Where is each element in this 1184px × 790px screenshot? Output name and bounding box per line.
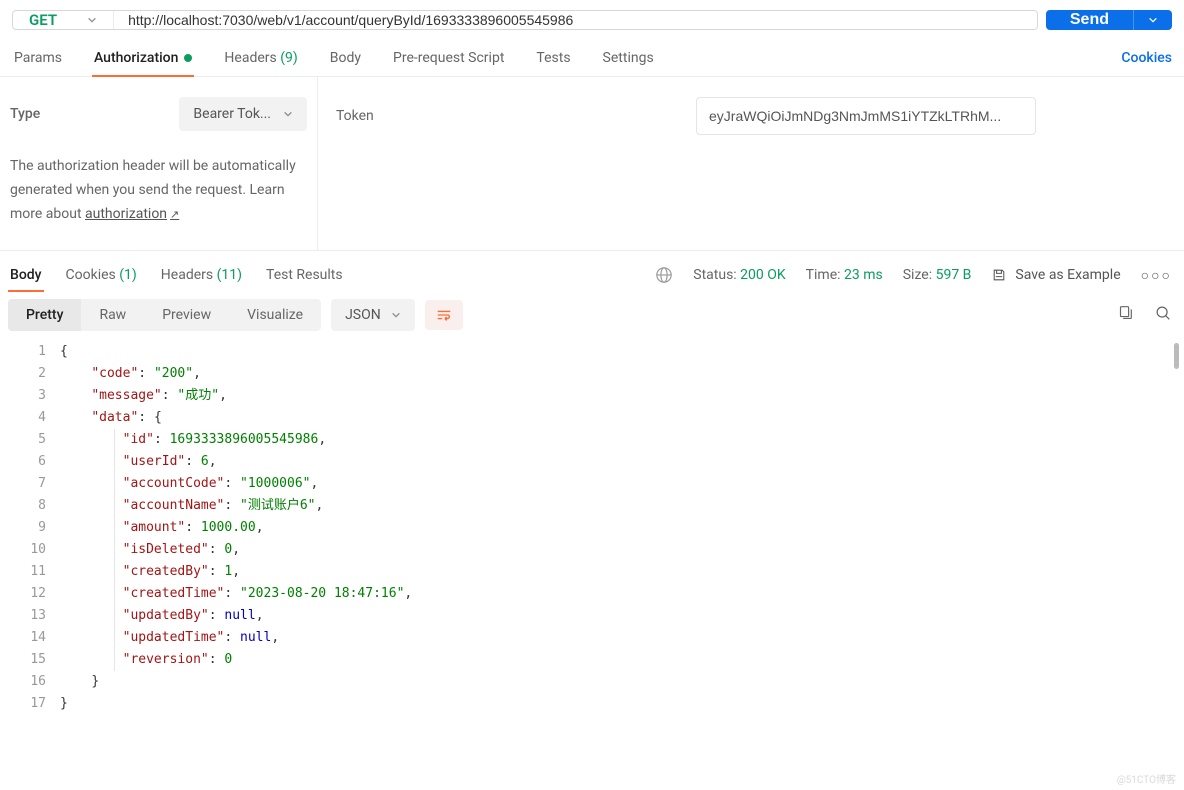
view-pretty[interactable]: Pretty — [8, 299, 81, 331]
token-label: Token — [336, 108, 676, 124]
tab-headers-label: Headers — [224, 50, 276, 66]
auth-type-row: Type Bearer Tok... — [10, 97, 307, 131]
tab-tests[interactable]: Tests — [534, 40, 572, 76]
url-input[interactable] — [114, 11, 1037, 29]
tab-headers[interactable]: Headers (9) — [222, 40, 299, 76]
globe-icon[interactable] — [655, 266, 673, 284]
tab-settings[interactable]: Settings — [601, 40, 656, 76]
chevron-down-icon — [87, 15, 97, 25]
auth-type-label: Type — [10, 106, 40, 122]
save-as-example[interactable]: Save as Example — [991, 267, 1120, 283]
response-tabs: Body Cookies (1) Headers (11) Test Resul… — [0, 251, 1184, 291]
tab-prerequest[interactable]: Pre-request Script — [391, 40, 506, 76]
auth-type-value: Bearer Tok... — [193, 106, 271, 122]
external-link-icon: ↗ — [170, 208, 179, 221]
request-tabs: Params Authorization Headers (9) Body Pr… — [0, 40, 1184, 77]
http-method-select[interactable]: GET — [13, 11, 114, 29]
format-select[interactable]: JSON — [331, 299, 415, 331]
view-mode-group: Pretty Raw Preview Visualize — [8, 299, 321, 331]
response-tab-cookies[interactable]: Cookies (1) — [64, 259, 139, 291]
auth-type-select[interactable]: Bearer Tok... — [179, 97, 307, 131]
tab-headers-count: (9) — [280, 50, 298, 66]
cookies-link[interactable]: Cookies — [1121, 50, 1172, 66]
view-visualize[interactable]: Visualize — [229, 299, 321, 331]
response-tab-body[interactable]: Body — [8, 259, 44, 291]
view-preview[interactable]: Preview — [144, 299, 229, 331]
auth-sidebar: Type Bearer Tok... The authorization hea… — [0, 77, 318, 250]
watermark: @51CTO博客 — [1117, 771, 1176, 786]
wrap-button[interactable] — [425, 300, 463, 330]
tab-params[interactable]: Params — [12, 40, 64, 76]
more-icon[interactable]: ○○○ — [1141, 267, 1172, 284]
token-input[interactable] — [696, 97, 1036, 135]
http-method-label: GET — [29, 11, 57, 29]
send-dropdown[interactable] — [1133, 10, 1172, 30]
method-url-group: GET — [12, 10, 1038, 30]
save-icon — [991, 267, 1007, 283]
request-bar: GET Send — [0, 0, 1184, 40]
view-raw[interactable]: Raw — [81, 299, 144, 331]
tab-authorization[interactable]: Authorization — [92, 40, 194, 76]
time-block: Time: 23 ms — [806, 267, 883, 283]
search-icon[interactable] — [1154, 304, 1172, 326]
response-code: 1234567891011121314151617 { "code": "200… — [0, 341, 1184, 715]
send-button-group: Send — [1046, 10, 1172, 30]
auth-indicator-dot — [184, 54, 192, 62]
tab-body[interactable]: Body — [328, 40, 363, 76]
code-content[interactable]: { "code": "200", "message": "成功", "data"… — [60, 341, 1184, 715]
status-block: Status: 200 OK — [693, 267, 785, 283]
chevron-down-icon — [283, 109, 293, 119]
chevron-down-icon — [391, 310, 401, 320]
auth-learn-more-link[interactable]: authorization↗ — [85, 206, 179, 222]
token-row: Token — [336, 97, 1166, 135]
copy-icon[interactable] — [1116, 304, 1134, 326]
response-tab-headers[interactable]: Headers (11) — [159, 259, 244, 291]
tab-auth-label: Authorization — [94, 50, 178, 66]
line-gutter: 1234567891011121314151617 — [0, 341, 60, 715]
auth-content: Token — [318, 77, 1184, 250]
indent-guide — [114, 429, 115, 671]
send-button[interactable]: Send — [1046, 10, 1133, 30]
scrollbar-indicator[interactable] — [1174, 343, 1179, 369]
response-tab-testresults[interactable]: Test Results — [264, 259, 345, 291]
auth-panel: Type Bearer Tok... The authorization hea… — [0, 77, 1184, 251]
view-tabs: Pretty Raw Preview Visualize JSON — [0, 291, 1184, 341]
size-block: Size: 597 B — [903, 267, 972, 283]
view-action-icons — [1116, 304, 1172, 326]
auth-description: The authorization header will be automat… — [10, 155, 307, 226]
